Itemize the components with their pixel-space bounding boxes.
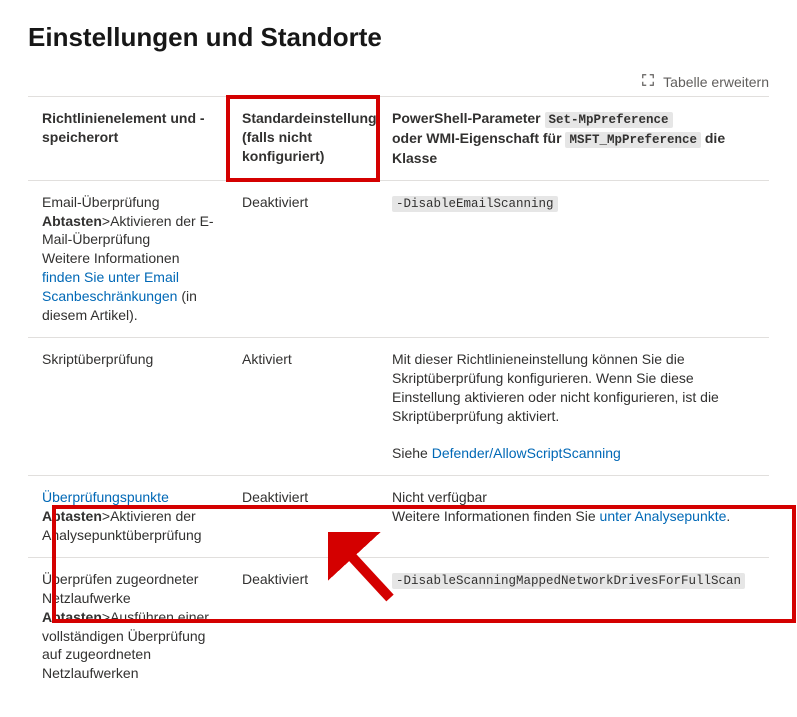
expand-label: Tabelle erweitern [663, 74, 769, 90]
allow-script-link[interactable]: Defender/AllowScriptScanning [432, 445, 621, 461]
expand-table-button[interactable]: Tabelle erweitern [28, 73, 769, 90]
reparse-points-link[interactable]: Überprüfungspunkte [42, 489, 169, 505]
default-value: Deaktiviert [228, 476, 378, 558]
script-scan-desc: Mit dieser Richtlinieneinstellung können… [392, 351, 719, 424]
col-header-element: Richtlinienelement und -speicherort [28, 97, 228, 181]
table-row: Skriptüberprüfung Aktiviert Mit dieser R… [28, 337, 769, 475]
mapped-drives-title: Überprüfen zugeordneter Netzlaufwerke [42, 571, 198, 606]
not-available-text: Nicht verfügbar [392, 489, 487, 505]
code-disable-mapped: -DisableScanningMappedNetworkDrivesForFu… [392, 573, 745, 589]
code-msft-mppreference: MSFT_MpPreference [565, 132, 701, 148]
col-header-powershell: PowerShell-Parameter Set-MpPreference od… [378, 97, 769, 181]
table-row: Email-Überprüfung Abtasten>Aktivieren de… [28, 180, 769, 337]
page-title: Einstellungen und Standorte [28, 22, 769, 53]
email-scan-link[interactable]: finden Sie unter Email Scanbeschränkunge… [42, 269, 179, 304]
email-scan-title: Email-Überprüfung [42, 194, 160, 210]
table-row: Überprüfen zugeordneter Netzlaufwerke Ab… [28, 557, 769, 695]
default-value: Deaktiviert [228, 180, 378, 337]
default-value: Aktiviert [228, 337, 378, 475]
table-row: Überprüfungspunkte Abtasten>Aktivieren d… [28, 476, 769, 558]
settings-table: Richtlinienelement und -speicherort Stan… [28, 96, 769, 695]
code-disable-email: -DisableEmailScanning [392, 196, 558, 212]
col-header-default: Standardeinstellung (falls nicht konfigu… [228, 97, 378, 181]
default-value: Deaktiviert [228, 557, 378, 695]
expand-icon [641, 73, 655, 90]
script-scan-title: Skriptüberprüfung [28, 337, 228, 475]
analyse-points-link[interactable]: unter Analysepunkte [600, 508, 727, 524]
code-set-mppreference: Set-MpPreference [545, 112, 673, 128]
